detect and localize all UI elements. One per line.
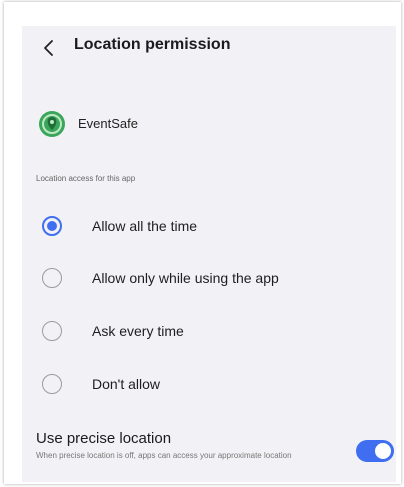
precise-location-row[interactable]: Use precise location When precise locati…	[22, 424, 396, 482]
back-arrow-icon	[44, 40, 53, 56]
precise-location-toggle[interactable]	[356, 440, 394, 462]
radio-unselected[interactable]	[42, 374, 62, 394]
radio-unselected[interactable]	[42, 321, 62, 341]
page-title: Location permission	[74, 36, 231, 53]
option-ask-every-time[interactable]: Ask every time	[22, 311, 396, 351]
app-name: EventSafe	[78, 116, 138, 131]
app-bar: Location permission	[22, 26, 396, 70]
section-label: Location access for this app	[36, 174, 136, 183]
location-permission-screen: Location permission EventSafe Location a…	[22, 26, 396, 482]
option-label: Don't allow	[92, 376, 161, 392]
option-label: Allow only while using the app	[92, 270, 279, 286]
option-allow-while-using[interactable]: Allow only while using the app	[22, 258, 396, 298]
option-label: Ask every time	[92, 323, 184, 339]
option-label: Allow all the time	[92, 218, 198, 234]
precise-location-description: When precise location is off, apps can a…	[36, 451, 292, 460]
app-info-row: EventSafe	[38, 110, 338, 138]
radio-selected[interactable]	[42, 216, 62, 236]
option-allow-all-the-time[interactable]: Allow all the time	[22, 206, 396, 246]
screenshot-frame: Location permission EventSafe Location a…	[4, 2, 401, 484]
radio-unselected[interactable]	[42, 268, 62, 288]
eventsafe-app-icon	[39, 111, 65, 137]
precise-location-title: Use precise location	[36, 430, 172, 447]
option-dont-allow[interactable]: Don't allow	[22, 364, 396, 404]
back-button[interactable]	[36, 35, 62, 61]
